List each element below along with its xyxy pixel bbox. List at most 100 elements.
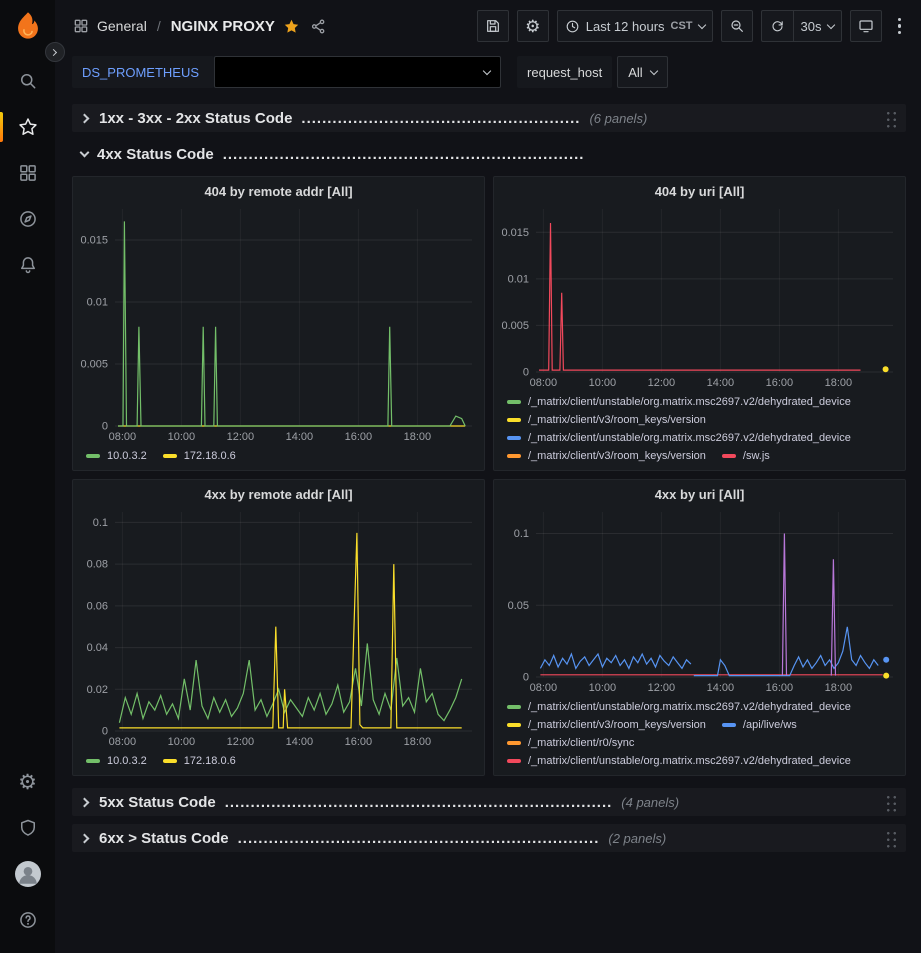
time-series-chart[interactable]: 00.020.040.060.080.108:0010:0012:0014:00… <box>73 504 484 751</box>
svg-text:14:00: 14:00 <box>707 377 735 389</box>
more-options-button[interactable] <box>890 18 910 35</box>
legend-label: 10.0.3.2 <box>107 448 147 464</box>
legend-item[interactable]: /_matrix/client/v3/room_keys/version <box>507 717 706 733</box>
legend-label: /_matrix/client/unstable/org.matrix.msc2… <box>528 430 851 446</box>
row-panel-count: (4 panels) <box>621 795 679 810</box>
time-series-chart[interactable]: 00.0050.010.01508:0010:0012:0014:0016:00… <box>494 201 905 392</box>
sidebar-item-help[interactable] <box>0 897 55 943</box>
legend-item[interactable]: /_matrix/client/r0/sync <box>507 735 634 751</box>
row-leader-dots: ........................................… <box>301 110 580 127</box>
breadcrumb-separator: / <box>155 18 163 34</box>
svg-text:0.02: 0.02 <box>87 684 108 696</box>
help-icon <box>18 910 38 930</box>
svg-text:12:00: 12:00 <box>227 431 255 443</box>
svg-text:12:00: 12:00 <box>648 377 676 389</box>
monitor-icon <box>858 18 874 34</box>
legend-item[interactable]: /api/live/ws <box>722 717 797 733</box>
svg-text:18:00: 18:00 <box>825 377 853 389</box>
svg-text:18:00: 18:00 <box>404 431 432 443</box>
svg-text:0.06: 0.06 <box>87 600 108 612</box>
legend-label: 172.18.0.6 <box>184 753 236 769</box>
dashboard-settings-button[interactable]: ⚙ <box>517 10 549 42</box>
legend-item[interactable]: 172.18.0.6 <box>163 448 236 464</box>
row-drag-handle[interactable] <box>884 828 897 848</box>
svg-text:0: 0 <box>102 421 108 433</box>
panel-title[interactable]: 4xx by uri [All] <box>494 480 905 504</box>
svg-text:16:00: 16:00 <box>345 431 373 443</box>
legend-item[interactable]: 10.0.3.2 <box>86 448 147 464</box>
sidebar-item-search[interactable] <box>0 58 55 104</box>
svg-text:0.04: 0.04 <box>87 642 108 654</box>
save-dashboard-button[interactable] <box>477 10 509 42</box>
share-icon[interactable] <box>310 18 327 35</box>
grid-squares-icon <box>73 18 89 34</box>
legend-item[interactable]: 10.0.3.2 <box>86 753 147 769</box>
row-drag-handle[interactable] <box>884 108 897 128</box>
legend-label: /_matrix/client/r0/sync <box>528 735 634 751</box>
sidebar: ⚙ <box>0 0 55 953</box>
gear-icon: ⚙ <box>525 18 540 35</box>
sidebar-item-server-admin[interactable] <box>0 805 55 851</box>
panel-title[interactable]: 404 by uri [All] <box>494 177 905 201</box>
refresh-interval-dropdown[interactable]: 30s <box>793 10 842 42</box>
datasource-label-text: DS_PROMETHEUS <box>82 65 199 80</box>
sidebar-item-dashboards[interactable] <box>0 150 55 196</box>
favorite-star-icon[interactable] <box>283 18 300 35</box>
grafana-logo[interactable] <box>11 10 45 44</box>
time-series-chart[interactable]: 00.0050.010.01508:0010:0012:0014:0016:00… <box>73 201 484 446</box>
row-1xx-3xx-2xx-status-code[interactable]: 1xx - 3xx - 2xx Status Code ............… <box>72 104 906 132</box>
legend-item[interactable]: /_matrix/client/unstable/org.matrix.msc2… <box>507 753 851 769</box>
row-drag-handle[interactable] <box>884 792 897 812</box>
legend-item[interactable]: /_matrix/client/v3/room_keys/version <box>507 448 706 464</box>
svg-text:18:00: 18:00 <box>404 736 432 748</box>
svg-text:12:00: 12:00 <box>648 682 676 694</box>
sidebar-item-profile[interactable] <box>0 851 55 897</box>
sidebar-item-explore[interactable] <box>0 196 55 242</box>
sidebar-expand-button[interactable] <box>45 42 65 62</box>
zoom-out-button[interactable] <box>721 10 753 42</box>
row-6xx-status-code[interactable]: 6xx > Status Code ......................… <box>72 824 906 852</box>
legend-item[interactable]: /_matrix/client/unstable/org.matrix.msc2… <box>507 394 851 410</box>
sidebar-item-configuration[interactable]: ⚙ <box>0 759 55 805</box>
svg-text:08:00: 08:00 <box>530 377 558 389</box>
legend-item[interactable]: /_matrix/client/v3/room_keys/version <box>507 412 706 428</box>
star-icon <box>18 117 38 137</box>
legend-item[interactable]: /_matrix/client/unstable/org.matrix.msc2… <box>507 430 851 446</box>
time-range-picker[interactable]: Last 12 hours CST <box>557 10 713 42</box>
svg-text:0.1: 0.1 <box>93 517 108 529</box>
breadcrumb-section[interactable]: General <box>97 18 147 34</box>
chevron-right-icon <box>80 113 90 123</box>
dashboard-title[interactable]: NGINX PROXY <box>171 18 275 35</box>
cycle-view-mode-button[interactable] <box>850 10 882 42</box>
row-4xx-status-code[interactable]: 4xx Status Code ........................… <box>72 140 906 168</box>
svg-text:0.01: 0.01 <box>87 297 108 309</box>
legend-item[interactable]: /_matrix/client/unstable/org.matrix.msc2… <box>507 699 851 715</box>
chart-legend: 10.0.3.2 172.18.0.6 <box>73 446 484 470</box>
panel-title[interactable]: 4xx by remote addr [All] <box>73 480 484 504</box>
legend-label: /_matrix/client/unstable/org.matrix.msc2… <box>528 394 851 410</box>
compass-icon <box>18 209 38 229</box>
grafana-flame-icon <box>11 10 45 44</box>
series-color-swatch <box>507 705 521 709</box>
clock-icon <box>565 19 580 34</box>
sidebar-item-alerting[interactable] <box>0 242 55 288</box>
sidebar-item-starred[interactable] <box>0 104 55 150</box>
legend-item[interactable]: 172.18.0.6 <box>163 753 236 769</box>
legend-item[interactable]: /sw.js <box>722 448 770 464</box>
row-5xx-status-code[interactable]: 5xx Status Code ........................… <box>72 788 906 816</box>
datasource-variable-select[interactable] <box>214 56 501 88</box>
row-panel-count: (2 panels) <box>608 831 666 846</box>
panel-title[interactable]: 404 by remote addr [All] <box>73 177 484 201</box>
time-series-chart[interactable]: 00.050.108:0010:0012:0014:0016:0018:00 <box>494 504 905 697</box>
legend-label: /sw.js <box>743 448 770 464</box>
request-host-variable-select[interactable]: All <box>617 56 667 88</box>
svg-text:08:00: 08:00 <box>530 682 558 694</box>
refresh-button[interactable] <box>761 10 793 42</box>
svg-text:0: 0 <box>523 367 529 379</box>
request-host-value-text: All <box>628 65 642 80</box>
chevron-down-icon <box>483 66 491 74</box>
timezone-badge: CST <box>671 20 693 32</box>
kebab-icon <box>898 24 902 28</box>
person-icon <box>15 861 41 887</box>
legend-label: 172.18.0.6 <box>184 448 236 464</box>
